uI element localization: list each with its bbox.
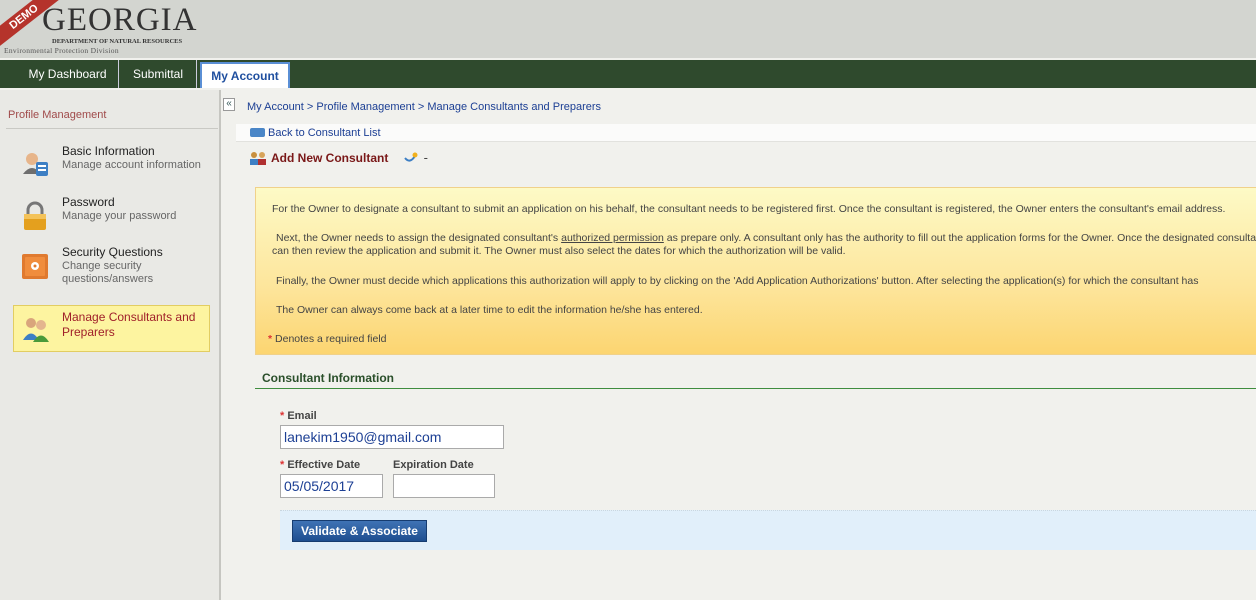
title-suffix: - xyxy=(423,150,428,165)
sidebar-item-manage-consultants[interactable]: Manage Consultants and Preparers xyxy=(13,305,210,352)
tab-my-dashboard[interactable]: My Dashboard xyxy=(17,60,119,88)
title-extra: - xyxy=(404,150,428,165)
required-asterisk: * xyxy=(268,333,273,345)
instruction-paragraph-2-line2: can then review the application and subm… xyxy=(272,245,846,257)
sidebar-item-label: Security Questions xyxy=(62,245,163,259)
sidebar-item-desc: Manage account information xyxy=(62,159,201,171)
expiration-date-label: Expiration Date xyxy=(393,459,474,471)
section-title: Consultant Information xyxy=(262,371,394,385)
user-card-icon xyxy=(23,153,48,176)
sidebar-item-label: Manage Consultants and Preparers xyxy=(62,310,196,339)
logo-division: Environmental Protection Division xyxy=(4,46,119,55)
lock-icon xyxy=(24,201,46,230)
page-title: Add New Consultant xyxy=(249,151,388,165)
sidebar-item-label: Password xyxy=(62,195,115,209)
people-icon xyxy=(23,318,49,342)
sidebar-title: Profile Management xyxy=(8,109,107,121)
tab-my-account[interactable]: My Account xyxy=(200,62,290,88)
effective-date-field[interactable]: 05/05/2017 xyxy=(280,474,383,498)
instruction-paragraph-2: Next, the Owner needs to assign the desi… xyxy=(276,232,1256,244)
instruction-paragraph-4: The Owner can always come back at a late… xyxy=(276,304,703,316)
sidebar-item-label: Basic Information xyxy=(62,144,155,158)
help-wand-icon[interactable] xyxy=(404,151,418,163)
back-bar: Back to Consultant List xyxy=(236,124,1256,142)
section-divider xyxy=(255,388,1256,389)
required-asterisk: * xyxy=(280,410,285,422)
instruction-paragraph-1: For the Owner to designate a consultant … xyxy=(272,203,1226,215)
expiration-date-field[interactable] xyxy=(393,474,495,498)
instructions-box: For the Owner to designate a consultant … xyxy=(255,187,1256,355)
collapse-sidebar-button[interactable]: « xyxy=(223,98,235,111)
header: GEORGIA DEPARTMENT OF NATURAL RESOURCES … xyxy=(0,0,1256,58)
authorized-permission-link[interactable]: authorized permission xyxy=(561,232,664,244)
breadcrumb[interactable]: My Account > Profile Management > Manage… xyxy=(247,101,601,113)
email-field[interactable]: lanekim1950@gmail.com xyxy=(280,425,504,449)
logo-subtitle: DEPARTMENT OF NATURAL RESOURCES xyxy=(52,38,183,45)
logo: GEORGIA DEPARTMENT OF NATURAL RESOURCES … xyxy=(0,0,205,58)
effective-date-label: * Effective Date xyxy=(280,459,361,471)
sidebar-item-password[interactable]: Password Manage your password xyxy=(14,195,214,235)
back-arrow-icon xyxy=(250,128,265,137)
logo-title: GEORGIA xyxy=(42,2,198,38)
sidebar: Profile Management Basic Information Man… xyxy=(0,90,221,600)
sidebar-divider xyxy=(6,128,218,129)
required-asterisk: * xyxy=(280,459,285,471)
main-nav: My Dashboard Submittal My Account xyxy=(0,60,1256,88)
sidebar-item-basic-information[interactable]: Basic Information Manage account informa… xyxy=(14,144,214,184)
action-bar: Validate & Associate xyxy=(280,510,1256,550)
back-to-consultant-list-link[interactable]: Back to Consultant List xyxy=(250,127,381,139)
sidebar-item-desc: Change security questions/answers xyxy=(62,260,154,285)
sidebar-item-desc: Manage your password xyxy=(62,210,177,222)
required-note: * Denotes a required field xyxy=(268,333,387,345)
safe-icon xyxy=(22,254,48,279)
consultant-icon xyxy=(250,152,266,165)
email-label: * Email xyxy=(280,410,317,422)
instruction-paragraph-3: Finally, the Owner must decide which app… xyxy=(276,275,1199,287)
sidebar-item-security-questions[interactable]: Security Questions Change security quest… xyxy=(14,245,214,295)
validate-associate-button[interactable]: Validate & Associate xyxy=(292,520,427,542)
tab-submittal[interactable]: Submittal xyxy=(120,60,197,88)
